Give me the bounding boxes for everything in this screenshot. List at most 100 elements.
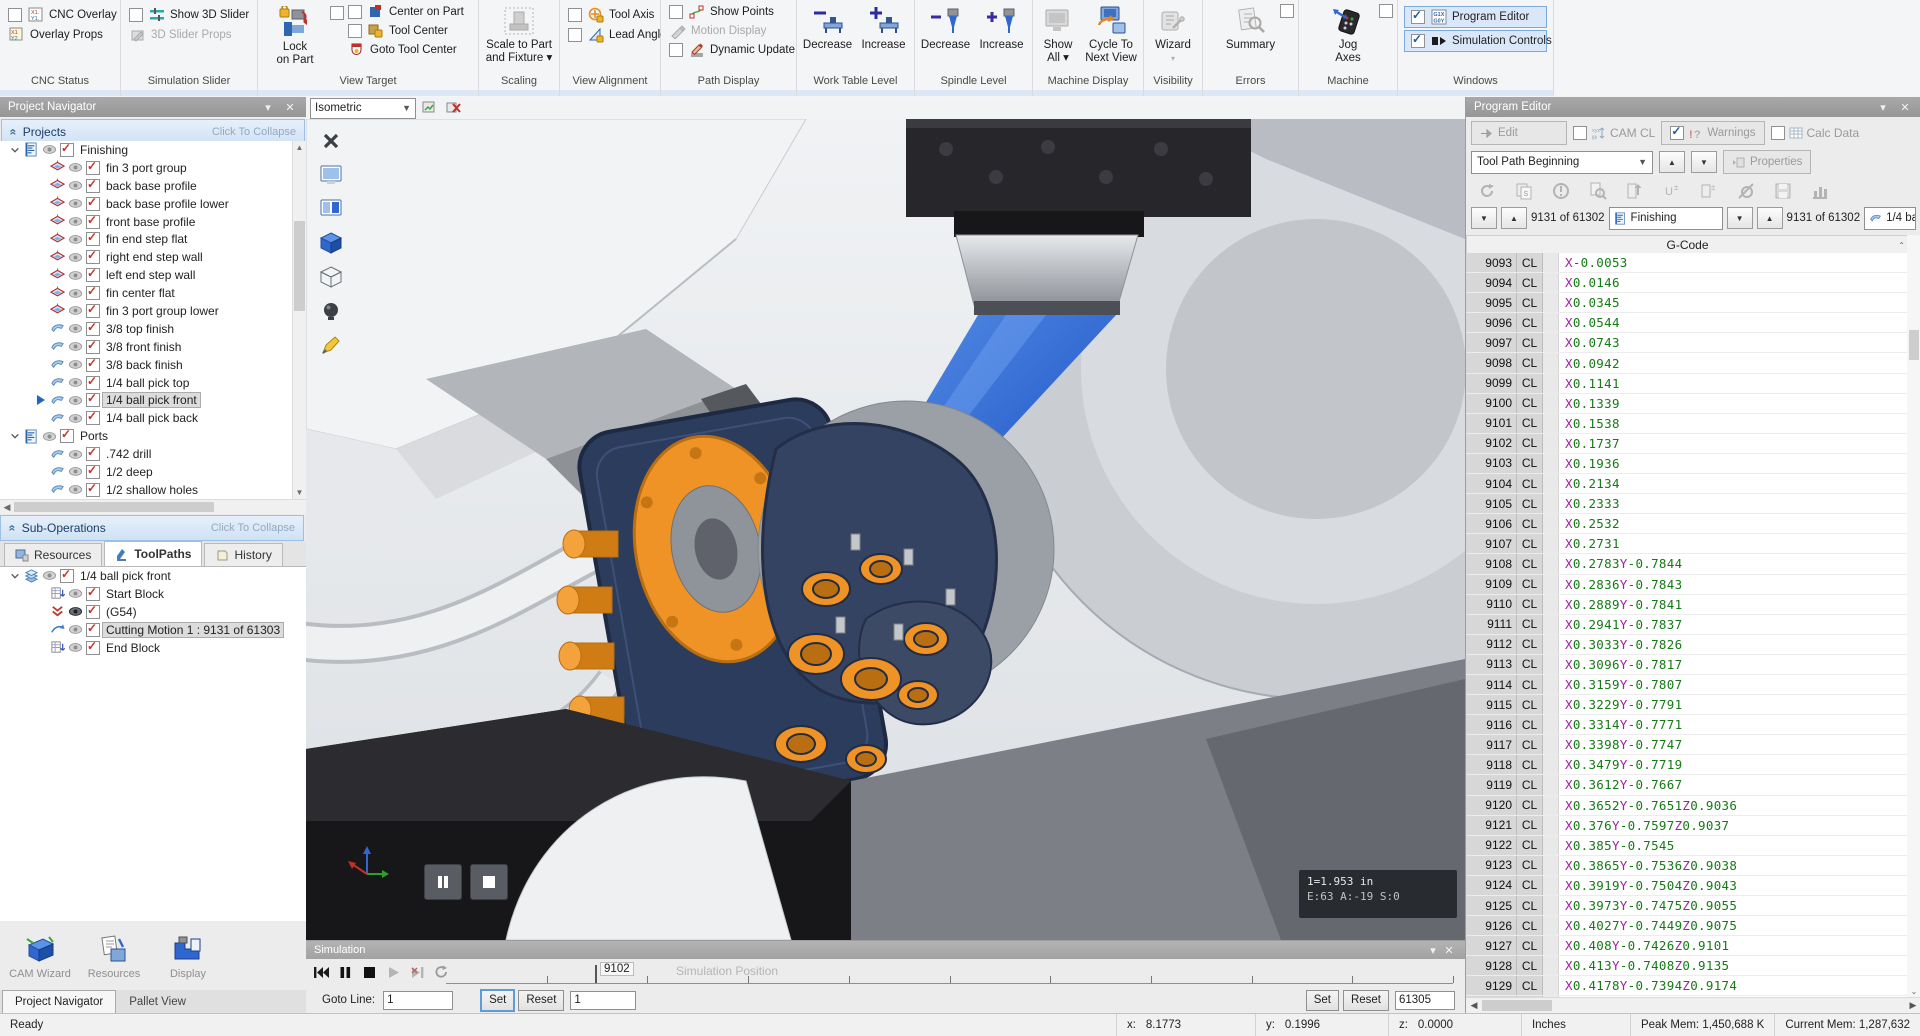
gcode-row[interactable]: 9109CLX0.2836Y-0.7843 <box>1466 575 1907 595</box>
center-on-part-checkbox[interactable] <box>348 5 362 19</box>
item-checkbox[interactable] <box>86 605 100 619</box>
panel-close-icon[interactable]: ✕ <box>1441 944 1457 957</box>
gcode-row[interactable]: 9127CLX0.408Y-0.7426Z0.9101 <box>1466 936 1907 956</box>
tree-item[interactable]: Finishing <box>0 141 306 159</box>
reset-button[interactable]: Reset <box>518 990 564 1011</box>
gcode-row[interactable]: 9105CLX0.2333 <box>1466 494 1907 514</box>
lead-angle-toggle[interactable]: Lead Angle <box>568 25 654 45</box>
item-checkbox[interactable] <box>60 569 74 583</box>
slider-props-button[interactable]: 3D Slider Props <box>129 25 251 45</box>
item-checkbox[interactable] <box>86 179 100 193</box>
item-checkbox[interactable] <box>60 143 74 157</box>
close-view-icon[interactable] <box>316 127 346 155</box>
gcode-row[interactable]: 9113CLX0.3096Y-0.7817 <box>1466 655 1907 675</box>
gcode-row[interactable]: 9115CLX0.3229Y-0.7791 <box>1466 695 1907 715</box>
gcode-row[interactable]: 9121CLX0.376Y-0.7597Z0.9037 <box>1466 816 1907 836</box>
tree-item[interactable]: (G54) <box>0 603 306 621</box>
refresh-icon[interactable] <box>1473 179 1500 203</box>
gcode-row[interactable]: 9117CLX0.3398Y-0.7747 <box>1466 735 1907 755</box>
warnings-toggle[interactable]: !? Warnings <box>1661 121 1764 145</box>
item-checkbox[interactable] <box>86 358 100 372</box>
calc-data-checkbox[interactable] <box>1771 126 1785 140</box>
work-table-decrease-button[interactable]: Decrease <box>801 0 855 74</box>
item-checkbox[interactable] <box>86 215 100 229</box>
project-tree-vscrollbar[interactable]: ▲ ▼ <box>292 141 306 499</box>
update-t-icon[interactable]: ± <box>1695 179 1722 203</box>
tree-item[interactable]: fin 3 port group <box>0 159 306 177</box>
light-icon[interactable] <box>316 297 346 325</box>
stop-sim-button[interactable] <box>360 963 378 981</box>
delete-view-icon[interactable] <box>444 97 464 122</box>
gcode-row[interactable]: 9103CLX0.1936 <box>1466 454 1907 474</box>
prev-op-line-button[interactable]: ▼ <box>1727 207 1753 229</box>
clear-icon[interactable] <box>1732 179 1759 203</box>
gcode-row[interactable]: 9108CLX0.2783Y-0.7844 <box>1466 554 1907 574</box>
item-checkbox[interactable] <box>86 587 100 601</box>
gcode-row[interactable]: 9120CLX0.3652Y-0.7651Z0.9036 <box>1466 796 1907 816</box>
project-tree-hscrollbar[interactable]: ◀ <box>0 499 306 514</box>
tool-center-checkbox[interactable] <box>348 24 362 38</box>
edit-button[interactable]: Edit <box>1471 121 1567 145</box>
item-checkbox[interactable] <box>86 268 100 282</box>
search-doc-icon[interactable] <box>1584 179 1611 203</box>
end-line-input[interactable]: 61305 <box>1395 991 1455 1010</box>
item-checkbox[interactable] <box>86 376 100 390</box>
cycle-next-view-button[interactable]: Cycle To Next View <box>1083 0 1139 74</box>
tab-pallet-view[interactable]: Pallet View <box>116 990 199 1013</box>
skip-to-end-button[interactable] <box>408 963 426 981</box>
tree-item[interactable]: back base profile lower <box>0 195 306 213</box>
expander-open-icon[interactable] <box>10 145 20 155</box>
tab-toolpaths[interactable]: ToolPaths <box>104 541 202 566</box>
display-button[interactable]: Display <box>156 925 220 989</box>
view-orientation-select[interactable]: Isometric ▼ <box>310 98 416 119</box>
item-checkbox[interactable] <box>86 447 100 461</box>
cnc-overlay-toggle[interactable]: X1.Y1. CNC Overlay <box>8 5 114 25</box>
gcode-hscrollbar[interactable]: ◀ ▶ <box>1466 997 1920 1013</box>
save-icon[interactable] <box>1769 179 1796 203</box>
gcode-row[interactable]: 9099CLX0.1141 <box>1466 374 1907 394</box>
warnings-checkbox[interactable] <box>1670 126 1684 140</box>
scale-to-part-button[interactable]: Scale to Part and Fixture ▾ <box>479 0 559 65</box>
goto-tool-center-button[interactable]: Goto Tool Center <box>348 40 474 59</box>
gcode-row[interactable]: 9098CLX0.0942 <box>1466 353 1907 373</box>
tool-axis-toggle[interactable]: Tool Axis <box>568 5 654 25</box>
resources-button[interactable]: Resources <box>82 925 146 989</box>
sub-operations-header[interactable]: « Sub-Operations Click To Collapse <box>0 515 304 541</box>
save-view-icon[interactable] <box>420 97 440 122</box>
update-u-icon[interactable]: U± <box>1658 179 1685 203</box>
program-editor-checkbox[interactable] <box>1411 10 1425 24</box>
tree-item[interactable]: fin 3 port group lower <box>0 302 306 320</box>
scroll-down-icon[interactable]: ▼ <box>293 486 306 499</box>
show-3d-slider-toggle[interactable]: Show 3D Slider <box>129 5 251 25</box>
scroll-down-icon[interactable]: ⌄ <box>1907 987 1920 996</box>
scroll-up-icon[interactable]: ▲ <box>293 141 306 154</box>
expander-open-icon[interactable] <box>10 431 20 441</box>
panel-close-icon[interactable]: ✕ <box>1897 101 1913 114</box>
shaded-view-icon[interactable] <box>316 229 346 257</box>
tree-item[interactable]: 1/2 shallow holes <box>0 481 306 499</box>
scroll-left-icon[interactable]: ◀ <box>0 500 14 514</box>
tree-item[interactable]: fin end step flat <box>0 230 306 248</box>
item-checkbox[interactable] <box>86 411 100 425</box>
item-checkbox[interactable] <box>86 232 100 246</box>
panel-close-icon[interactable]: ✕ <box>282 101 298 114</box>
gcode-row[interactable]: 9116CLX0.3314Y-0.7771 <box>1466 715 1907 735</box>
item-checkbox[interactable] <box>86 304 100 318</box>
pause-button[interactable] <box>424 864 462 900</box>
tree-item[interactable]: .742 drill <box>0 445 306 463</box>
jog-axes-button[interactable]: Jog Axes <box>1299 0 1397 65</box>
start-line-input[interactable]: 1 <box>570 991 636 1010</box>
scroll-up-icon[interactable]: ⌃ <box>1898 241 1905 250</box>
show-all-button[interactable]: Show All ▾ <box>1037 0 1079 74</box>
tree-item[interactable]: 1/4 ball pick front <box>0 567 306 585</box>
rewind-to-start-button[interactable] <box>312 963 330 981</box>
simulation-controls-checkbox[interactable] <box>1411 34 1425 48</box>
tree-item[interactable]: left end step wall <box>0 266 306 284</box>
program-context-box[interactable]: Finishing <box>1609 207 1723 230</box>
tree-item[interactable]: 3/8 front finish <box>0 338 306 356</box>
item-checkbox[interactable] <box>86 340 100 354</box>
item-checkbox[interactable] <box>86 465 100 479</box>
gcode-row[interactable]: 9122CLX0.385Y-0.7545 <box>1466 836 1907 856</box>
properties-button[interactable]: Properties <box>1723 150 1811 174</box>
gcode-row[interactable]: 9124CLX0.3919Y-0.7504Z0.9043 <box>1466 876 1907 896</box>
